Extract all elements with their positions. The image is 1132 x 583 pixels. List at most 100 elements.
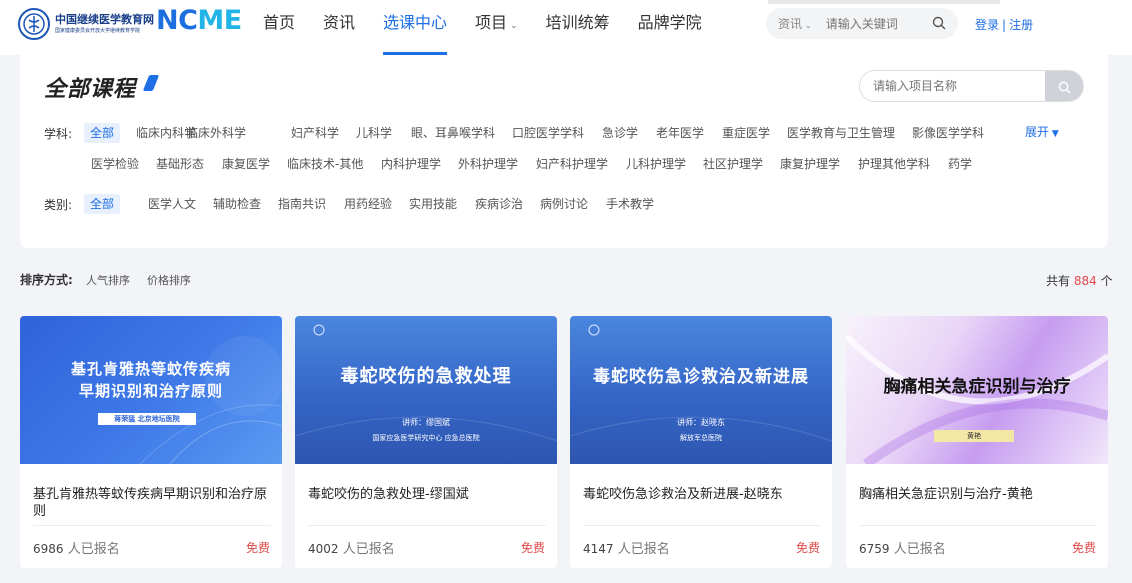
project-search-button[interactable] [1045, 71, 1083, 101]
site-logo[interactable]: 中国继续医学教育网 国家健康委员会开放大学继续教育学院 [18, 8, 154, 40]
expand-toggle[interactable]: 展开 ▼ [1025, 123, 1059, 140]
course-name[interactable]: 胸痛相关急症识别与治疗-黄艳 [859, 486, 1097, 503]
project-search [859, 70, 1084, 102]
search-icon [1058, 81, 1071, 94]
subject-chip-row2-8[interactable]: 社区护理学 [703, 154, 763, 174]
nav-course-center[interactable]: 选课中心 [383, 0, 448, 55]
subject-chip-row2-1[interactable]: 基础形态 [156, 154, 204, 174]
subject-chip-row2-10[interactable]: 护理其他学科 [858, 154, 930, 174]
logo-name: 中国继续医学教育网 [55, 13, 154, 26]
cover-speaker: 蒋荣猛 北京地坛医院 [98, 413, 196, 425]
course-price: 免费 [1071, 541, 1096, 555]
subject-chip-row2-6[interactable]: 妇产科护理学 [536, 154, 608, 174]
course-name[interactable]: 毒蛇咬伤的急救处理-缪国斌 [308, 486, 546, 503]
subject-chip-row2-4[interactable]: 内科护理学 [381, 154, 441, 174]
category-chip-8[interactable]: 手术教学 [606, 194, 654, 214]
top-header: 中国继续医学教育网 国家健康委员会开放大学继续教育学院 NCME 首页 资讯 选… [0, 0, 1132, 55]
chevron-down-icon: ⌄ [805, 21, 812, 30]
subject-chip-row2-0[interactable]: 医学检验 [91, 154, 139, 174]
sort-popularity[interactable]: 人气排序 [86, 272, 130, 288]
subject-chip-7[interactable]: 急诊学 [602, 123, 638, 143]
nav-training[interactable]: 培训统筹 [546, 0, 610, 55]
subject-chip-5[interactable]: 眼、耳鼻喉学科 [411, 123, 495, 143]
register-link[interactable]: 注册 [1009, 18, 1033, 32]
cover-org: 解放军总医院 [680, 434, 722, 442]
search-scope-select[interactable]: 资讯 ⌄ [778, 15, 812, 32]
course-cover: 毒蛇咬伤急诊救治及新进展 讲师：赵晓东 解放军总医院 [570, 316, 832, 464]
subject-chip-row2-5[interactable]: 外科护理学 [458, 154, 518, 174]
course-name[interactable]: 毒蛇咬伤急诊救治及新进展-赵晓东 [583, 486, 821, 503]
card-divider [859, 525, 1097, 526]
cover-title: 毒蛇咬伤急诊救治及新进展 [593, 367, 809, 387]
subject-label: 学科: [44, 127, 73, 141]
course-card[interactable]: 基孔肯雅热等蚊传疾病 早期识别和治疗原则 蒋荣猛 北京地坛医院 基孔肯雅热等蚊传… [20, 316, 282, 568]
subject-chip-2[interactable]: 临床外科学 [186, 123, 246, 143]
filter-panel: 全部课程 学科: 全部临床内科学临床外科学妇产科学儿科学眼、耳鼻喉学科口腔医学学… [20, 55, 1108, 248]
course-card[interactable]: 胸痛相关急症识别与治疗 黄艳 胸痛相关急症识别与治疗-黄艳 6759 人已报名 … [846, 316, 1108, 568]
search-input[interactable] [825, 16, 926, 31]
login-link[interactable]: 登录 [975, 18, 999, 32]
subject-chip-8[interactable]: 老年医学 [656, 123, 704, 143]
card-divider [33, 525, 271, 526]
card-divider [308, 525, 546, 526]
emblem-icon [18, 8, 50, 40]
cover-speaker: 讲师：赵晓东 [677, 418, 725, 427]
enroll-count: 6759 人已报名 [859, 542, 946, 557]
cover-title-line-2: 早期识别和治疗原则 [78, 382, 223, 400]
subject-chip-row2-7[interactable]: 儿科护理学 [626, 154, 686, 174]
brand-part-b: ME [197, 5, 242, 36]
logo-subtitle: 国家健康委员会开放大学继续教育学院 [55, 28, 141, 34]
category-chip-0[interactable]: 全部 [84, 194, 121, 214]
subject-chip-3[interactable]: 妇产科学 [291, 123, 339, 143]
enroll-count: 4002 人已报名 [308, 542, 395, 557]
project-search-input[interactable] [860, 71, 1045, 101]
subject-chip-row2-11[interactable]: 药学 [948, 154, 972, 174]
enroll-count: 6986 人已报名 [33, 542, 120, 557]
sort-price[interactable]: 价格排序 [147, 272, 191, 288]
nav-brand-academy[interactable]: 品牌学院 [638, 0, 702, 55]
category-chip-1[interactable]: 医学人文 [148, 194, 196, 214]
category-chip-4[interactable]: 用药经验 [344, 194, 392, 214]
course-card[interactable]: 毒蛇咬伤的急救处理 讲师：缪国斌 国家应急医学研究中心 应急总医院 毒蛇咬伤的急… [295, 316, 557, 568]
subject-chip-row2-9[interactable]: 康复护理学 [780, 154, 840, 174]
cover-org: 国家应急医学研究中心 应急总医院 [372, 434, 480, 442]
subject-chip-4[interactable]: 儿科学 [356, 123, 392, 143]
sort-label: 排序方式: [20, 273, 73, 287]
total-count: 共有 884 个 [1046, 274, 1113, 288]
nav-projects[interactable]: 项目 ⌄ [475, 0, 518, 55]
separator: | [1002, 18, 1007, 32]
subject-chip-0[interactable]: 全部 [84, 123, 121, 143]
brand-part-a: NC [156, 5, 198, 36]
nav-news[interactable]: 资讯 [323, 0, 355, 55]
subject-chip-10[interactable]: 医学教育与卫生管理 [787, 123, 895, 143]
course-name[interactable]: 基孔肯雅热等蚊传疾病早期识别和治疗原则 [33, 486, 271, 520]
category-chip-2[interactable]: 辅助检查 [213, 194, 261, 214]
nav-home[interactable]: 首页 [263, 0, 295, 55]
category-chip-6[interactable]: 疾病诊治 [475, 194, 523, 214]
category-chip-7[interactable]: 病例讨论 [540, 194, 588, 214]
course-price: 免费 [795, 541, 820, 555]
page-title: 全部课程 [44, 77, 137, 102]
subject-chip-6[interactable]: 口腔医学学科 [512, 123, 584, 143]
caret-down-icon: ▼ [1049, 129, 1059, 139]
chevron-down-icon: ⌄ [510, 21, 518, 31]
course-cover: 毒蛇咬伤的急救处理 讲师：缪国斌 国家应急医学研究中心 应急总医院 [295, 316, 557, 464]
subject-chip-11[interactable]: 影像医学学科 [912, 123, 984, 143]
cover-title-line-1: 基孔肯雅热等蚊传疾病 [70, 360, 231, 378]
brand-wordmark[interactable]: NCME [156, 5, 242, 36]
auth-links: 登录 | 注册 [975, 16, 1033, 33]
main-nav: 首页 资讯 选课中心 项目 ⌄ 培训统筹 品牌学院 [263, 0, 730, 55]
dropdown-shadow [768, 0, 1000, 4]
category-chip-3[interactable]: 指南共识 [278, 194, 326, 214]
subject-chip-row2-3[interactable]: 临床技术-其他 [287, 154, 363, 174]
course-cover: 胸痛相关急症识别与治疗 黄艳 [846, 316, 1108, 464]
course-card[interactable]: 毒蛇咬伤急诊救治及新进展 讲师：赵晓东 解放军总医院 毒蛇咬伤急诊救治及新进展-… [570, 316, 832, 568]
cover-title: 毒蛇咬伤的急救处理 [340, 366, 512, 387]
subject-chip-9[interactable]: 重症医学 [722, 123, 770, 143]
category-chip-5[interactable]: 实用技能 [409, 194, 457, 214]
search-icon[interactable] [932, 16, 946, 30]
subject-chip-row2-2[interactable]: 康复医学 [222, 154, 270, 174]
cover-speaker: 黄艳 [934, 430, 1014, 442]
header-search: 资讯 ⌄ [766, 8, 958, 39]
cover-speaker: 讲师：缪国斌 [402, 418, 450, 427]
